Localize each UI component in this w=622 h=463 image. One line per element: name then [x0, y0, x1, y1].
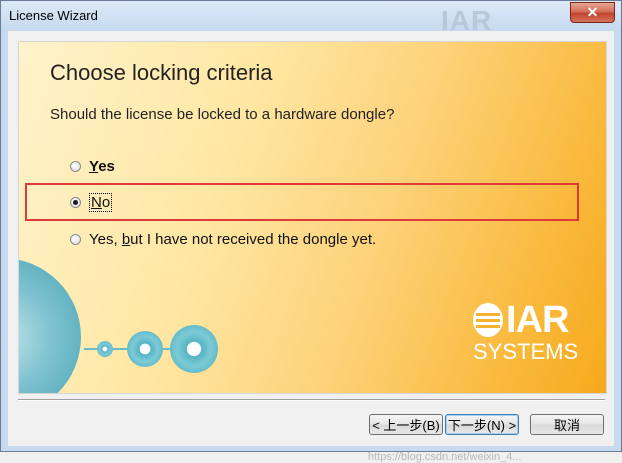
license-wizard-window: License Wizard IAR ✕ Choose locking crit… — [0, 0, 622, 463]
title-bar[interactable]: License Wizard IAR ✕ — [1, 1, 621, 32]
page-title: Choose locking criteria — [50, 60, 273, 85]
title-logo-ghost: IAR — [441, 6, 493, 32]
disc-graphic-small — [97, 341, 113, 357]
disc-graphic-medium — [127, 331, 163, 367]
cancel-button[interactable]: 取消 — [530, 414, 604, 435]
logo-brand-text: IAR — [506, 299, 569, 341]
radio-yes[interactable] — [70, 160, 81, 172]
option-yes-label: Yes — [89, 157, 115, 175]
option-no[interactable]: No — [70, 192, 113, 212]
back-button[interactable]: < 上一步(B) — [369, 414, 443, 435]
client-area: Choose locking criteria Should the licen… — [8, 31, 614, 463]
close-button[interactable]: ✕ — [570, 2, 615, 23]
radio-yes-no-dongle[interactable] — [70, 233, 81, 245]
disc-graphic-large — [19, 258, 81, 393]
option-no-label: No — [89, 192, 113, 212]
next-button[interactable]: 下一步(N) > — [445, 414, 519, 435]
iar-systems-logo: IAR SYSTEMS — [473, 299, 593, 364]
radio-no[interactable] — [70, 196, 81, 208]
iar-logo-mark — [473, 303, 503, 337]
option-yes-no-dongle-label: Yes, but I have not received the dongle … — [89, 230, 377, 248]
window-title: License Wizard — [9, 8, 98, 23]
separator — [18, 399, 605, 401]
option-yes-no-dongle[interactable]: Yes, but I have not received the dongle … — [70, 229, 376, 249]
option-yes[interactable]: Yes — [70, 156, 115, 176]
disc-graphic-big — [170, 325, 218, 373]
logo-subtitle: SYSTEMS — [473, 339, 579, 364]
close-icon: ✕ — [586, 4, 599, 20]
wizard-panel: Choose locking criteria Should the licen… — [18, 41, 607, 394]
watermark: https://blog.csdn.net/weixin_4... — [368, 451, 522, 463]
question-text: Should the license be locked to a hardwa… — [50, 106, 395, 123]
